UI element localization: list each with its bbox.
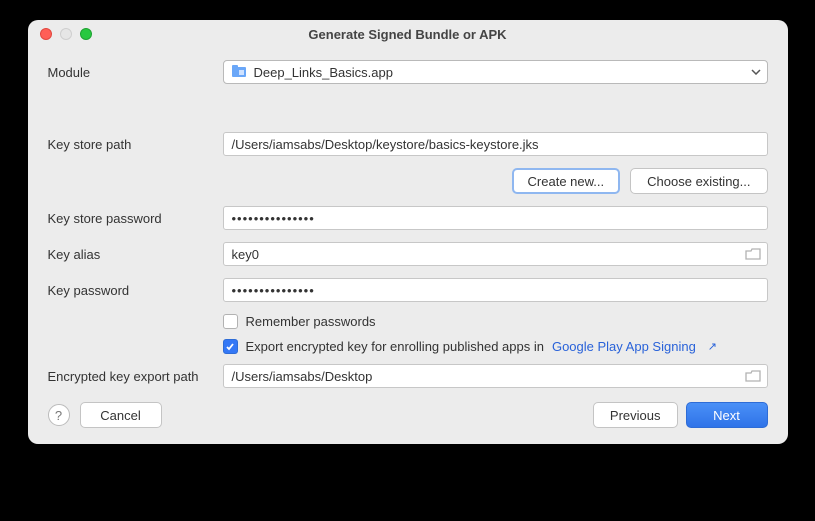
create-new-button[interactable]: Create new... (512, 168, 621, 194)
keystore-path-value: /Users/iamsabs/Desktop/keystore/basics-k… (232, 137, 539, 152)
export-encrypted-checkbox[interactable] (223, 339, 238, 354)
row-encrypted-export-path: Encrypted key export path /Users/iamsabs… (48, 364, 768, 388)
choose-existing-button[interactable]: Choose existing... (630, 168, 767, 194)
module-label: Module (48, 65, 223, 80)
cancel-button[interactable]: Cancel (80, 402, 162, 428)
key-alias-label: Key alias (48, 247, 223, 262)
zoom-window-button[interactable] (80, 28, 92, 40)
browse-alias-icon[interactable] (745, 248, 761, 260)
module-select[interactable]: Deep_Links_Basics.app (223, 60, 768, 84)
encrypted-export-path-value: /Users/iamsabs/Desktop (232, 369, 373, 384)
dialog-window: Generate Signed Bundle or APK Module Dee… (28, 20, 788, 444)
row-remember-passwords: Remember passwords (48, 314, 768, 329)
key-password-input[interactable]: ••••••••••••••• (223, 278, 768, 302)
key-alias-value: key0 (232, 247, 259, 262)
select-arrow-icon (751, 69, 761, 75)
keystore-password-input[interactable]: ••••••••••••••• (223, 206, 768, 230)
keystore-password-value: ••••••••••••••• (232, 211, 315, 226)
export-encrypted-label: Export encrypted key for enrolling publi… (246, 339, 544, 354)
dialog-content: Module Deep_Links_Basics.app (28, 48, 788, 444)
previous-button[interactable]: Previous (593, 402, 678, 428)
module-icon (232, 65, 248, 79)
row-key-password: Key password ••••••••••••••• (48, 278, 768, 302)
encrypted-export-path-input[interactable]: /Users/iamsabs/Desktop (223, 364, 768, 388)
key-password-value: ••••••••••••••• (232, 283, 315, 298)
module-value: Deep_Links_Basics.app (254, 65, 393, 80)
keystore-path-input[interactable]: /Users/iamsabs/Desktop/keystore/basics-k… (223, 132, 768, 156)
encrypted-export-path-label: Encrypted key export path (48, 369, 223, 384)
close-window-button[interactable] (40, 28, 52, 40)
keystore-path-buttons: Create new... Choose existing... (48, 168, 768, 194)
google-play-signing-link[interactable]: Google Play App Signing (552, 339, 696, 354)
row-keystore-path: Key store path /Users/iamsabs/Desktop/ke… (48, 132, 768, 156)
window-title: Generate Signed Bundle or APK (28, 27, 788, 42)
browse-export-path-icon[interactable] (745, 370, 761, 382)
row-key-alias: Key alias key0 (48, 242, 768, 266)
titlebar: Generate Signed Bundle or APK (28, 20, 788, 48)
row-keystore-password: Key store password ••••••••••••••• (48, 206, 768, 230)
row-module: Module Deep_Links_Basics.app (48, 60, 768, 84)
keystore-password-label: Key store password (48, 211, 223, 226)
key-alias-input[interactable]: key0 (223, 242, 768, 266)
minimize-window-button[interactable] (60, 28, 72, 40)
next-button[interactable]: Next (686, 402, 768, 428)
external-link-icon: ↗ (708, 340, 717, 353)
key-password-label: Key password (48, 283, 223, 298)
keystore-path-label: Key store path (48, 137, 223, 152)
dialog-footer: ? Cancel Previous Next (48, 402, 768, 428)
remember-passwords-checkbox[interactable] (223, 314, 238, 329)
traffic-lights (28, 28, 92, 40)
remember-passwords-label: Remember passwords (246, 314, 376, 329)
help-button[interactable]: ? (48, 404, 70, 426)
row-export-encrypted: Export encrypted key for enrolling publi… (48, 339, 768, 354)
